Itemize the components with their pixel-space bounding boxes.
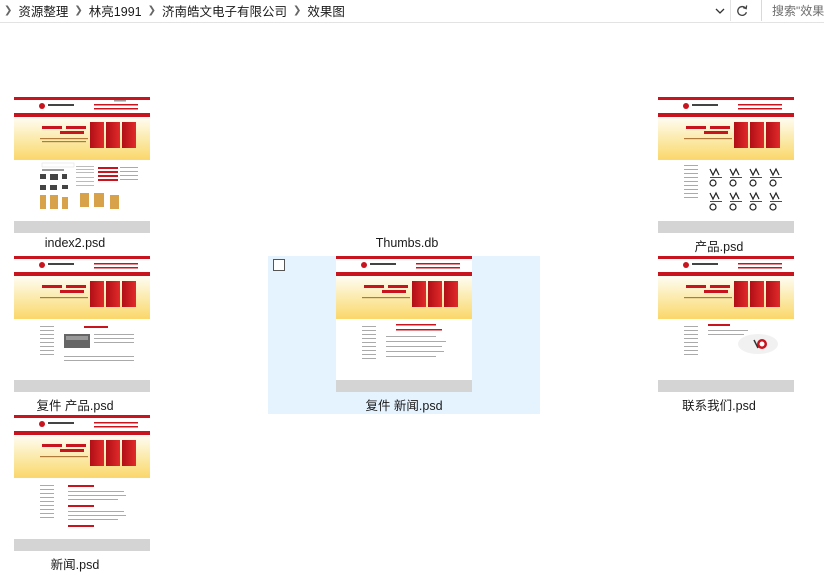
breadcrumb-item-company[interactable]: 济南皓文电子有限公司 [162, 1, 287, 20]
breadcrumb: ❯ 资源整理 ❯ 林亮1991 ❯ 济南皓文电子有限公司 ❯ 效果图 [0, 0, 730, 21]
psd-thumbnail [336, 256, 472, 392]
file-item-selected[interactable]: 复件 新闻.psd [268, 256, 540, 414]
file-name[interactable]: 产品.psd [644, 236, 794, 255]
breadcrumb-item-renderings[interactable]: 效果图 [307, 1, 345, 20]
search-box[interactable] [761, 0, 824, 21]
address-bar: ❯ 资源整理 ❯ 林亮1991 ❯ 济南皓文电子有限公司 ❯ 效果图 [0, 0, 824, 23]
psd-thumbnail [14, 256, 150, 392]
file-item[interactable]: 复件 产品.psd [0, 256, 150, 416]
chevron-right-icon[interactable]: ❯ [68, 5, 88, 16]
file-name[interactable]: index2.psd [0, 236, 150, 250]
psd-thumbnail [14, 97, 150, 233]
address-history-dropdown[interactable] [711, 1, 729, 21]
psd-thumbnail [14, 415, 150, 551]
chevron-right-icon[interactable]: ❯ [0, 5, 18, 16]
file-name[interactable]: 复件 产品.psd [0, 395, 150, 414]
chevron-right-icon[interactable]: ❯ [287, 5, 307, 16]
search-input[interactable] [762, 0, 824, 21]
file-item[interactable]: 联系我们.psd [644, 256, 794, 416]
file-item[interactable]: 产品.psd [644, 97, 794, 257]
psd-thumbnail [658, 256, 794, 392]
file-item[interactable]: index2.psd [0, 97, 150, 257]
file-name[interactable]: 新闻.psd [0, 554, 150, 573]
breadcrumb-item-user-folder[interactable]: 林亮1991 [89, 1, 142, 20]
refresh-button[interactable] [730, 0, 753, 21]
chevron-right-icon[interactable]: ❯ [142, 5, 162, 16]
file-name[interactable]: 联系我们.psd [644, 395, 794, 414]
file-name[interactable]: Thumbs.db [332, 236, 482, 250]
chevron-down-icon [715, 8, 725, 14]
psd-thumbnail [658, 97, 794, 233]
file-name[interactable]: 复件 新闻.psd [268, 395, 540, 414]
file-item[interactable]: 新闻.psd [0, 415, 150, 575]
breadcrumb-item-resources[interactable]: 资源整理 [18, 1, 68, 20]
selection-checkbox[interactable] [273, 259, 285, 271]
refresh-icon [737, 5, 748, 16]
file-item[interactable]: Thumbs.db [322, 97, 472, 257]
